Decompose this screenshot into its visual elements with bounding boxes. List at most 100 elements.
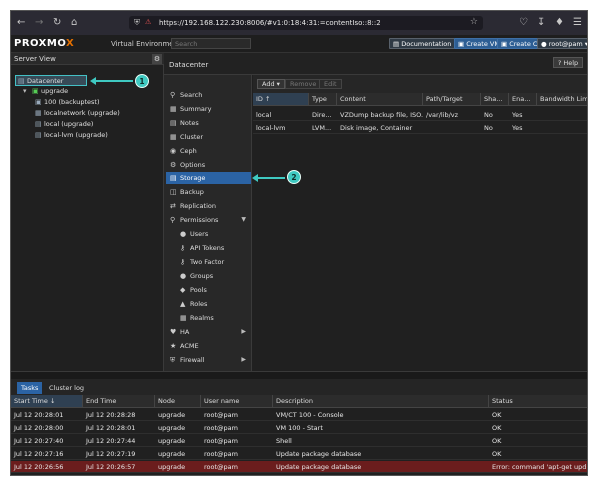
menu-item-realms[interactable]: ▦ Realms [166, 312, 251, 324]
tree-item-node[interactable]: ▾ ▣ upgrade [23, 86, 68, 96]
menu-item-pools[interactable]: ◆ Pools [166, 284, 251, 296]
menu-item-replication[interactable]: ⇄ Replication [166, 200, 251, 212]
chevron-down-icon: ▾ [582, 40, 588, 48]
lock-icon[interactable]: ⚠ [145, 18, 151, 26]
task-row[interactable]: Jul 12 20:28:01 Jul 12 20:28:28 upgrade … [11, 409, 587, 421]
search-input[interactable]: Search [171, 38, 251, 49]
search-icon: ⚲ [170, 91, 176, 99]
chevron-right-icon: ▶ [241, 356, 246, 363]
menu-item-storage[interactable]: ▤ Storage [166, 172, 251, 184]
menu-item-search[interactable]: ⚲ Search [166, 89, 251, 101]
sort-up-icon: ↑ [265, 95, 271, 103]
task-row[interactable]: Jul 12 20:27:40 Jul 12 20:27:44 upgrade … [11, 435, 587, 447]
tree-item-network[interactable]: ▦ localnetwork (upgrade) [35, 108, 120, 118]
menu-item-notes[interactable]: ▤ Notes [166, 117, 251, 129]
tab-cluster-log[interactable]: Cluster log [45, 382, 88, 394]
menu-item-roles[interactable]: ▲ Roles [166, 298, 251, 310]
column-header-bandwidth[interactable]: Bandwidth Limit [537, 93, 587, 106]
add-button[interactable]: Add ▾ [257, 79, 285, 89]
reload-icon[interactable]: ↻ [53, 17, 61, 28]
task-row[interactable]: Jul 12 20:27:16 Jul 12 20:27:19 upgrade … [11, 448, 587, 460]
key-icon: ⚷ [180, 244, 186, 252]
storage-table: ID ↑ Type Content Path/Target Sha... Ena… [253, 93, 587, 371]
user-menu-button[interactable]: ● root@pam ▾ [537, 38, 588, 49]
desktop-icon: ▣ [458, 40, 467, 48]
column-header-content[interactable]: Content [337, 93, 423, 106]
pocket-icon[interactable]: ♡ [519, 17, 528, 28]
shield-icon: ⛨ [170, 356, 176, 364]
user-icon: ● [541, 40, 549, 48]
url-bar[interactable]: ⛨ ⚠ https://192.168.122.230:8006/#v1:0:1… [129, 16, 483, 30]
tree-item-local[interactable]: ▤ local (upgrade) [35, 119, 93, 129]
menu-item-firewall[interactable]: ⛨ Firewall ▶ [166, 354, 251, 366]
column-header-description[interactable]: Description [273, 395, 489, 408]
menu-item-groups[interactable]: ● Groups [166, 270, 251, 282]
pve-header: PROXMOX Virtual Environment 8.0.3 Search… [11, 35, 588, 53]
column-header-type[interactable]: Type [309, 93, 337, 106]
table-row[interactable]: local-lvm LVM... Disk image, Container N… [253, 122, 587, 134]
tree-item-datacenter[interactable]: ▤ Datacenter [15, 75, 87, 86]
column-header-end-time[interactable]: End Time [83, 395, 155, 408]
download-icon[interactable]: ↧ [537, 17, 545, 28]
heartbeat-icon: ♥ [170, 328, 177, 336]
panel-splitter[interactable] [11, 371, 587, 379]
menu-item-permissions[interactable]: ⚲ Permissions ▼ [166, 214, 251, 226]
node-icon: ▣ [32, 87, 39, 95]
forward-icon[interactable]: → [35, 17, 43, 28]
column-header-start-time[interactable]: Start Time ↓ [11, 395, 83, 408]
documentation-button[interactable]: ▤ Documentation [389, 38, 456, 49]
database-icon: ▤ [170, 174, 177, 182]
column-header-node[interactable]: Node [155, 395, 201, 408]
column-header-path[interactable]: Path/Target [423, 93, 481, 106]
task-tabs: Tasks Cluster log [11, 379, 587, 395]
menu-item-ha[interactable]: ♥ HA ▶ [166, 326, 251, 338]
edit-button[interactable]: Edit [319, 79, 342, 89]
shield-icon[interactable]: ⛨ [134, 18, 140, 28]
notes-icon: ▤ [170, 119, 177, 127]
view-selector[interactable]: Server View ⚙ [11, 53, 164, 65]
home-icon[interactable]: ⌂ [71, 17, 77, 28]
menu-item-options[interactable]: ⚙ Options [166, 159, 251, 171]
datacenter-menu: ⚲ Search ▦ Summary ▤ Notes ▦ Cluster ◉ Ceph ⚙… [164, 75, 252, 371]
browser-toolbar: ← → ↻ ⌂ ⛨ ⚠ https://192.168.122.230:8006… [11, 11, 587, 35]
column-header-shared[interactable]: Sha... [481, 93, 509, 106]
callout-badge-2: 2 [287, 170, 301, 184]
column-header-enabled[interactable]: Ena... [509, 93, 537, 106]
tree-item-local-lvm[interactable]: ▤ local-lvm (upgrade) [35, 130, 108, 140]
menu-item-two-factor[interactable]: ⚷ Two Factor [166, 256, 251, 268]
help-button[interactable]: ? Help [553, 57, 583, 68]
menu-item-summary[interactable]: ▦ Summary [166, 103, 251, 115]
column-header-user[interactable]: User name [201, 395, 273, 408]
cube-icon: ▣ [501, 40, 510, 48]
gear-icon: ⚙ [170, 161, 177, 169]
column-header-id[interactable]: ID ↑ [253, 93, 309, 106]
back-icon[interactable]: ← [17, 17, 25, 28]
server-icon: ▤ [18, 77, 25, 85]
menu-item-ceph[interactable]: ◉ Ceph [166, 145, 251, 157]
menu-icon[interactable]: ☰ [573, 17, 582, 28]
tree-item-vm[interactable]: ▣ 100 (backuptest) [35, 97, 100, 107]
task-row[interactable]: Jul 12 20:28:00 Jul 12 20:28:01 upgrade … [11, 422, 587, 434]
remove-button[interactable]: Remove [285, 79, 322, 89]
url-text[interactable]: https://192.168.122.230:8006/#v1:0:18:4:… [159, 19, 381, 27]
gear-icon[interactable]: ⚙ [152, 54, 162, 64]
column-header-status[interactable]: Status [489, 395, 587, 408]
menu-item-api-tokens[interactable]: ⚷ API Tokens [166, 242, 251, 254]
replication-icon: ⇄ [170, 202, 176, 210]
callout-badge-1: 1 [135, 74, 149, 88]
monitor-icon: ▣ [35, 98, 42, 106]
storage-icon: ▤ [35, 131, 42, 139]
menu-item-backup[interactable]: ◫ Backup [166, 186, 251, 198]
proxmox-logo: PROXMOX [14, 38, 75, 49]
star-icon[interactable]: ☆ [470, 17, 478, 27]
task-row-error[interactable]: Jul 12 20:26:56 Jul 12 20:26:57 upgrade … [11, 461, 587, 473]
table-row[interactable]: local Dire... VZDump backup file, ISO...… [253, 109, 587, 121]
content-header: Datacenter ? Help [164, 53, 587, 75]
chevron-right-icon: ▶ [241, 328, 246, 335]
extensions-icon[interactable]: ♦ [555, 17, 564, 28]
tab-tasks[interactable]: Tasks [17, 382, 43, 394]
menu-item-acme[interactable]: ★ ACME [166, 340, 251, 352]
menu-item-cluster[interactable]: ▦ Cluster [166, 131, 251, 143]
resource-tree: Server View ⚙ ▤ Datacenter ▾ ▣ upgrade ▣ 100… [11, 53, 164, 371]
menu-item-users[interactable]: ● Users [166, 228, 251, 240]
